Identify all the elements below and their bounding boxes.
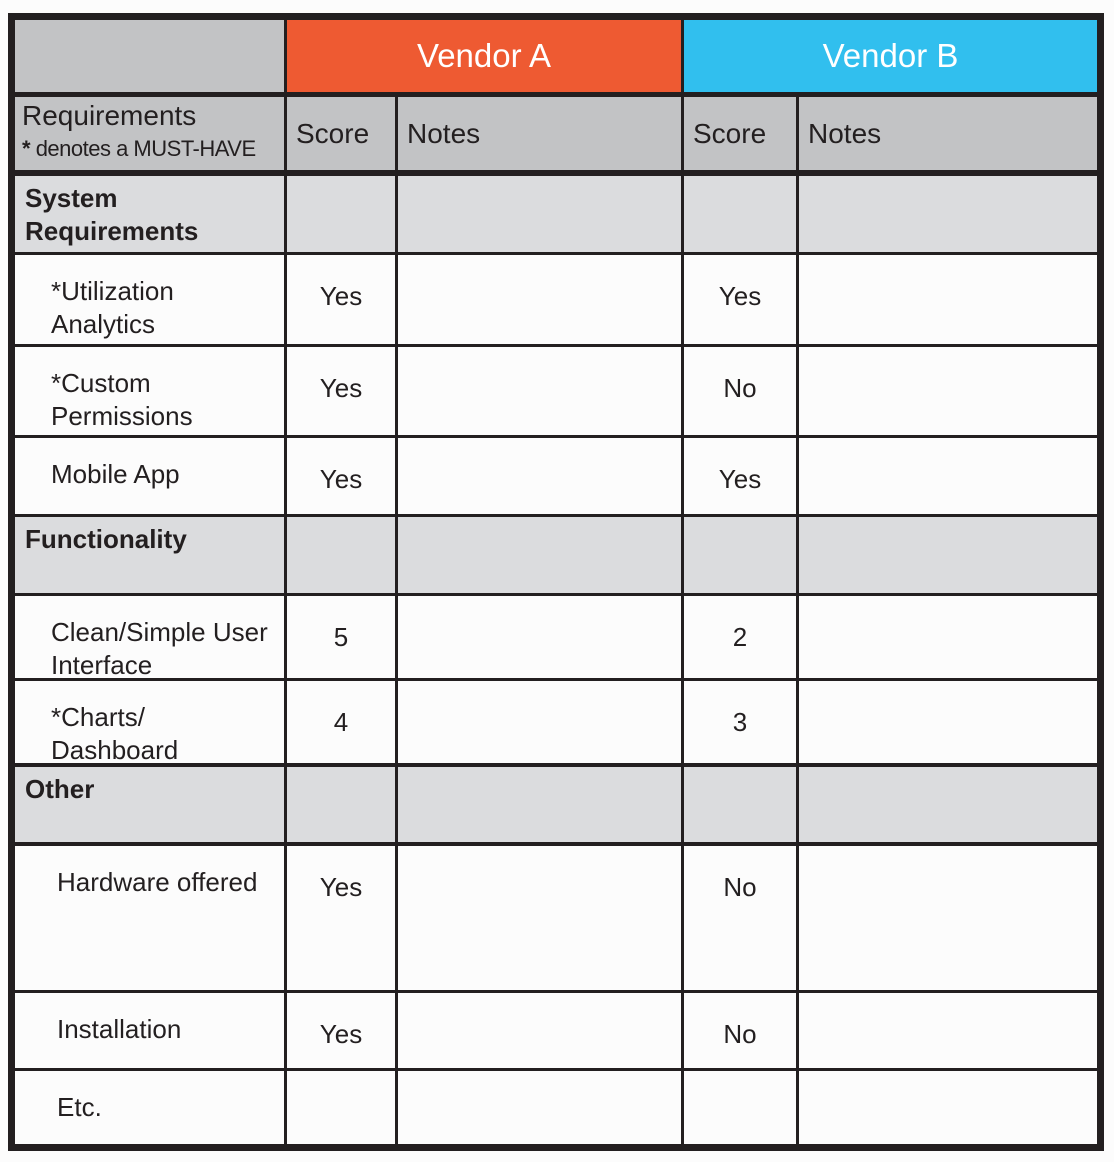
vendor-a-notes-cell[interactable]: [398, 681, 681, 763]
section-empty-cell: [287, 517, 395, 593]
requirement-label-line1: Etc.: [57, 1092, 102, 1122]
vendor-a-score-cell[interactable]: 4: [287, 681, 395, 763]
vendor-b-score-cell[interactable]: No: [684, 993, 796, 1068]
vendor-b-score-cell[interactable]: No: [684, 846, 796, 990]
vendor-b-score-cell[interactable]: Yes: [684, 438, 796, 514]
section-empty-cell: [684, 176, 796, 252]
requirement-label-line1: Mobile App: [51, 459, 180, 489]
section-empty-cell: [799, 176, 1097, 252]
vendor-a-score-cell[interactable]: Yes: [287, 255, 395, 344]
requirement-cell: *Charts/Dashboard: [15, 681, 284, 765]
section-label: System Requirements: [25, 183, 199, 246]
vendor-a-notes-cell[interactable]: [398, 993, 681, 1068]
requirement-cell: Hardware offered: [15, 846, 284, 990]
requirement-label-line2: Dashboard: [51, 735, 179, 765]
vendor-a-notes-cell[interactable]: [398, 438, 681, 514]
vendor-b-notes-cell[interactable]: [799, 255, 1097, 344]
requirement-label: Etc.: [15, 1071, 284, 1124]
section-empty-cell: [398, 176, 681, 252]
vendor-a-score-header: Score: [287, 97, 395, 170]
vendor-b-notes-cell[interactable]: [799, 681, 1097, 763]
section-header-cell: System Requirements: [15, 176, 284, 252]
section-empty-cell: [398, 767, 681, 842]
vendor-a-header: Vendor A: [287, 20, 681, 92]
requirement-label-line1: *Charts/: [51, 702, 145, 732]
requirement-label-line1: *Utilization: [51, 276, 174, 306]
requirement-label-line1: Installation: [57, 1014, 182, 1044]
requirement-cell: *Utilization Analytics: [15, 255, 284, 344]
requirement-cell: Mobile App: [15, 438, 284, 514]
section-header-cell: Other: [15, 767, 284, 842]
vendor-b-notes-cell[interactable]: [799, 993, 1097, 1068]
requirement-cell: Clean/Simple User Interface: [15, 596, 284, 680]
vendor-a-notes-cell[interactable]: [398, 255, 681, 344]
requirement-label: *Charts/Dashboard: [15, 681, 284, 767]
requirement-label: Installation: [15, 993, 284, 1046]
vendor-a-score-cell[interactable]: Yes: [287, 993, 395, 1068]
requirement-label: Clean/Simple User Interface: [15, 596, 284, 682]
vendor-b-header: Vendor B: [684, 20, 1097, 92]
requirements-column-header: Requirements * denotes a MUST-HAVE: [15, 97, 284, 170]
requirement-cell: Installation: [15, 993, 284, 1068]
vendor-b-notes-header: Notes: [799, 97, 1097, 170]
vendor-b-score-cell[interactable]: No: [684, 347, 796, 435]
requirement-label-line2: Analytics: [51, 309, 156, 339]
requirement-label: *Utilization Analytics: [15, 255, 284, 341]
requirement-label-line1: *Custom: [51, 368, 151, 398]
vendor-b-notes-cell[interactable]: [799, 347, 1097, 435]
section-empty-cell: [799, 767, 1097, 842]
vendor-b-score-header: Score: [684, 97, 796, 170]
vendor-b-score-cell[interactable]: 3: [684, 681, 796, 763]
vendor-a-notes-cell[interactable]: [398, 596, 681, 678]
vendor-b-score-cell[interactable]: 2: [684, 596, 796, 678]
section-header-cell: Functionality: [15, 517, 284, 593]
vendor-a-score-cell[interactable]: Yes: [287, 438, 395, 514]
vendor-a-notes-header: Notes: [398, 97, 681, 170]
vendor-b-name: Vendor B: [822, 37, 959, 74]
requirement-cell: Etc.: [15, 1071, 284, 1144]
vendor-a-score-cell[interactable]: Yes: [287, 846, 395, 990]
requirement-label-line2: Permissions: [51, 401, 193, 431]
requirement-label: *Custom Permissions: [15, 347, 284, 433]
must-have-marker: *: [22, 136, 31, 161]
vendor-b-score-cell[interactable]: [684, 1071, 796, 1144]
must-have-legend: * denotes a MUST-HAVE: [22, 131, 284, 167]
requirement-label-line2: Interface: [51, 650, 153, 680]
section-empty-cell: [287, 176, 395, 252]
vendor-a-notes-cell[interactable]: [398, 846, 681, 990]
header-blank-cell: [15, 20, 284, 92]
vendor-b-notes-cell[interactable]: [799, 438, 1097, 514]
section-label: Other: [25, 774, 95, 804]
section-empty-cell: [398, 517, 681, 593]
vendor-a-score-cell[interactable]: [287, 1071, 395, 1144]
section-empty-cell: [684, 767, 796, 842]
vendor-a-notes-cell[interactable]: [398, 1071, 681, 1144]
vendor-b-notes-cell[interactable]: [799, 596, 1097, 678]
vendor-a-score-cell[interactable]: 5: [287, 596, 395, 678]
requirement-label-line1: Hardware offered: [57, 867, 258, 897]
requirements-header-label: Requirements: [22, 100, 197, 131]
section-empty-cell: [799, 517, 1097, 593]
requirement-label: Hardware offered: [15, 846, 284, 899]
must-have-note: denotes a MUST-HAVE: [35, 136, 256, 161]
vendor-a-name: Vendor A: [417, 37, 551, 74]
vendor-b-notes-cell[interactable]: [799, 846, 1097, 990]
vendor-b-score-cell[interactable]: Yes: [684, 255, 796, 344]
section-empty-cell: [684, 517, 796, 593]
vendor-a-score-cell[interactable]: Yes: [287, 347, 395, 435]
requirement-label-line1: Clean/Simple User: [51, 617, 268, 647]
section-empty-cell: [287, 767, 395, 842]
vendor-a-notes-cell[interactable]: [398, 347, 681, 435]
vendor-b-notes-cell[interactable]: [799, 1071, 1097, 1144]
requirement-label: Mobile App: [15, 438, 284, 491]
requirement-cell: *Custom Permissions: [15, 347, 284, 435]
section-label: Functionality: [25, 524, 187, 554]
